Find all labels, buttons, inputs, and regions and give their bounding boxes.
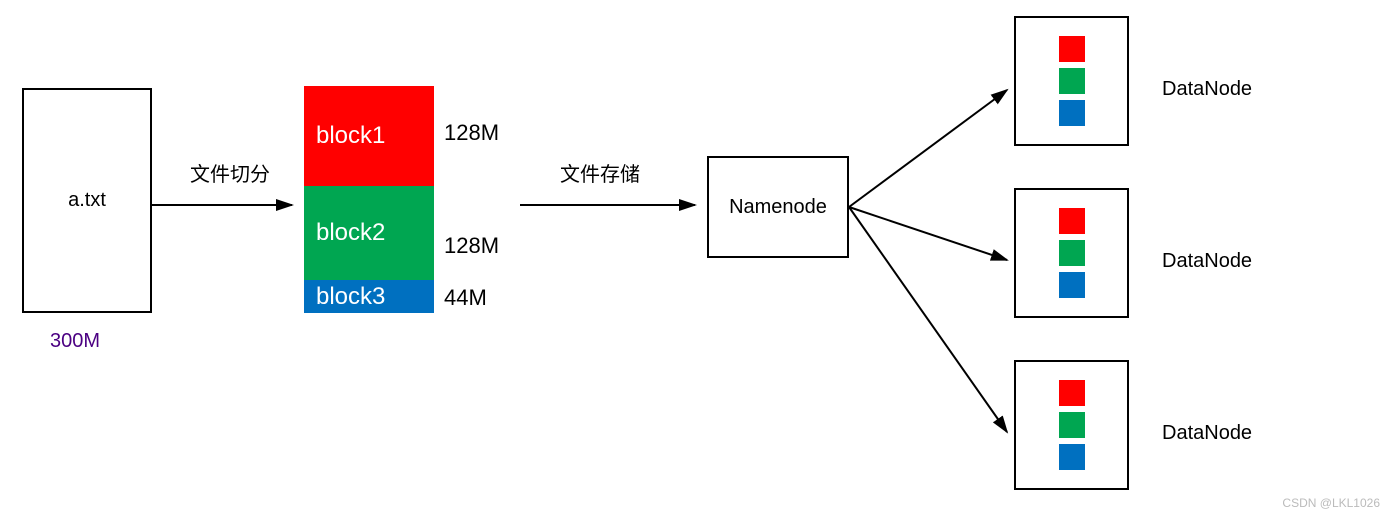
watermark: CSDN @LKL1026 xyxy=(1282,496,1380,510)
block-square-blue-icon xyxy=(1059,100,1085,126)
block-1-label: block1 xyxy=(316,122,385,150)
block-3: block3 xyxy=(304,280,434,313)
block-square-red-icon xyxy=(1059,36,1085,62)
file-size-label: 300M xyxy=(50,330,100,353)
block-square-blue-icon xyxy=(1059,272,1085,298)
datanode-3-box xyxy=(1014,360,1129,490)
arrow-split-label: 文件切分 xyxy=(190,158,270,187)
arrows-to-datanodes xyxy=(849,0,1019,500)
block-1-size: 128M xyxy=(444,120,499,146)
file-name: a.txt xyxy=(68,189,106,212)
arrow-store-label: 文件存储 xyxy=(560,158,640,187)
datanode-1-box xyxy=(1014,16,1129,146)
arrow-store xyxy=(520,195,705,215)
block-square-red-icon xyxy=(1059,380,1085,406)
datanode-2-label: DataNode xyxy=(1162,250,1252,273)
namenode-label: Namenode xyxy=(729,196,827,219)
block-square-green-icon xyxy=(1059,240,1085,266)
block-1: block1 xyxy=(304,86,434,186)
datanode-3-label: DataNode xyxy=(1162,422,1252,445)
block-square-green-icon xyxy=(1059,412,1085,438)
datanode-2-box xyxy=(1014,188,1129,318)
block-3-size: 44M xyxy=(444,285,487,311)
arrow-split xyxy=(152,195,302,215)
block-3-label: block3 xyxy=(316,283,385,311)
block-square-blue-icon xyxy=(1059,444,1085,470)
block-2-size: 128M xyxy=(444,233,499,259)
block-2: block2 xyxy=(304,186,434,280)
file-box: a.txt xyxy=(22,88,152,313)
namenode-box: Namenode xyxy=(707,156,849,258)
block-2-label: block2 xyxy=(316,219,385,247)
datanode-1-label: DataNode xyxy=(1162,78,1252,101)
block-square-red-icon xyxy=(1059,208,1085,234)
block-square-green-icon xyxy=(1059,68,1085,94)
